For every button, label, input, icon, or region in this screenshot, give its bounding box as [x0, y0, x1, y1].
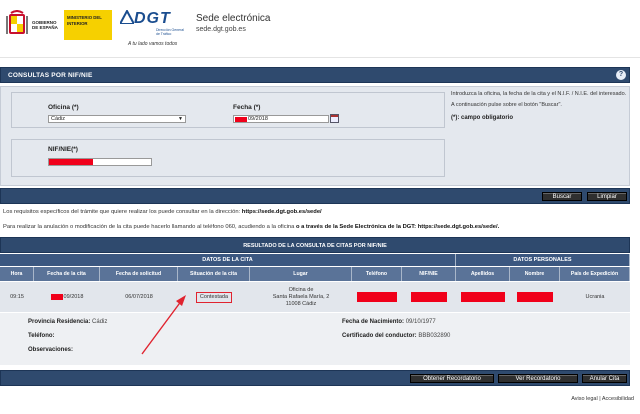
- result-actions-bar: Obtener Recordatorio Ver Recordatorio An…: [0, 370, 630, 386]
- nacimiento-label: Fecha de Nacimiento:: [342, 319, 405, 325]
- col-lugar: Lugar: [250, 267, 352, 281]
- redacted-nif: [49, 159, 93, 165]
- aviso-legal-link[interactable]: Aviso legal: [571, 396, 598, 402]
- nif-label: NIF/NIE(*): [48, 146, 78, 153]
- cell-lugar: Oficina de Santa Rafaela María, 2 11008 …: [250, 282, 352, 312]
- dgt-wordmark: DGT: [134, 10, 171, 27]
- col-fecha-solicitud: Fecha de solicitud: [100, 267, 178, 281]
- provincia-field: Provincia Residencia: Cádiz: [28, 319, 107, 325]
- redacted-day: [50, 294, 63, 300]
- help-text-1: Introduzca la oficina, la fecha de la ci…: [451, 91, 627, 97]
- fecha-input[interactable]: 09/2018: [233, 115, 329, 123]
- calendar-icon[interactable]: [330, 114, 339, 123]
- annotation-arrow-icon: [141, 295, 186, 355]
- chevron-down-icon: ▼: [178, 116, 183, 122]
- redacted-apellidos: [461, 292, 505, 302]
- info-anulacion-bold[interactable]: o a través de la Sede Electrónica de la …: [296, 224, 499, 230]
- provincia-value: Cádiz: [92, 319, 108, 325]
- col-fecha-cita: Fecha de la cita: [34, 267, 100, 281]
- table-row[interactable]: 09:15 09/2018 06/07/2018 Contestada Ofic…: [0, 282, 630, 312]
- observaciones-field: Observaciones:: [28, 347, 73, 353]
- ver-recordatorio-button[interactable]: Ver Recordatorio: [498, 374, 578, 383]
- dgt-subtitle: Dirección General de Tráfico: [156, 28, 185, 36]
- sede-title: Sede electrónica: [196, 13, 271, 24]
- nif-input[interactable]: [48, 158, 152, 166]
- certificado-value: BBB032890: [418, 333, 451, 339]
- status-badge: Contestada: [195, 291, 233, 303]
- cell-pais: Ucrania: [585, 293, 605, 300]
- certificado-field: Certificado del conductor: BBB032890: [342, 333, 450, 339]
- cell-nif: [402, 282, 456, 312]
- provincia-label: Provincia Residencia:: [28, 319, 91, 325]
- oficina-label: Oficina (*): [48, 104, 79, 111]
- col-nombre: Nombre: [510, 267, 560, 281]
- cell-fecha-cita: 09/2018: [34, 282, 100, 312]
- obtener-recordatorio-button[interactable]: Obtener Recordatorio: [410, 374, 494, 383]
- oficina-select[interactable]: Cádiz ▼: [48, 115, 186, 123]
- cell-fecha-cita-text: 09/2018: [63, 293, 84, 300]
- col-telefono: Teléfono: [352, 267, 402, 281]
- oficina-selected-value: Cádiz: [51, 116, 66, 122]
- search-form: Oficina (*) Cádiz ▼ Fecha (*) 09/2018 NI…: [0, 86, 630, 186]
- footer: Aviso legal | Accesibilidad: [571, 396, 634, 402]
- limpiar-button[interactable]: Limpiar: [587, 192, 627, 201]
- site-header: GOBIERNO DE ESPAÑA MINISTERIO DEL INTERI…: [0, 0, 640, 58]
- fecha-label: Fecha (*): [233, 104, 261, 111]
- redacted-nombre: [517, 292, 553, 302]
- coat-of-arms-icon: [6, 10, 28, 34]
- page-title: CONSULTAS POR NIF/NIE: [8, 72, 93, 79]
- government-name: GOBIERNO DE ESPAÑA: [32, 19, 58, 31]
- certificado-label: Certificado del conductor:: [342, 333, 417, 339]
- redacted-day: [235, 117, 247, 122]
- cell-nombre: [510, 282, 560, 312]
- results-column-header: Hora Fecha de la cita Fecha de solicitud…: [0, 267, 630, 281]
- info-requisitos-text: Los requisitos específicos del trámite q…: [3, 209, 242, 215]
- cell-hora: 09:15: [10, 293, 24, 300]
- help-text-2: A continuación pulse sobre el botón "Bus…: [451, 102, 562, 108]
- redacted-telefono: [357, 292, 397, 302]
- buscar-button[interactable]: Buscar: [542, 192, 582, 201]
- lugar-line-1: Oficina de: [288, 286, 314, 293]
- col-situacion: Situación de la cita: [178, 267, 250, 281]
- cell-telefono: [352, 282, 402, 312]
- anular-cita-button[interactable]: Anular Cita: [582, 374, 627, 383]
- nif-group: NIF/NIE(*): [11, 139, 445, 177]
- form-help: Introduzca la oficina, la fecha de la ci…: [451, 91, 627, 126]
- appointment-details: Provincia Residencia: Cádiz Teléfono: Ob…: [0, 313, 630, 365]
- col-pais: País de Expedición: [560, 267, 630, 281]
- group-datos-personales: DATOS PERSONALES: [456, 254, 630, 266]
- dgt-logo[interactable]: DGT Dirección General de Tráfico A tu la…: [120, 8, 186, 48]
- col-nif: NIF/NIE: [402, 267, 456, 281]
- required-note: (*): campo obligatorio: [451, 115, 513, 121]
- cell-apellidos: [456, 282, 510, 312]
- lugar-line-2: Santa Rafaela María, 2: [272, 293, 330, 300]
- question-icon[interactable]: ?: [616, 70, 626, 80]
- dgt-triangle-icon: [120, 10, 134, 24]
- nacimiento-field: Fecha de Nacimiento: 09/10/1977: [342, 319, 436, 325]
- info-anulacion: Para realizar la anulación o modificació…: [3, 224, 499, 230]
- results-title: RESULTADO DE LA CONSULTA DE CITAS POR NI…: [0, 237, 630, 253]
- col-apellidos: Apellidos: [456, 267, 510, 281]
- col-hora: Hora: [0, 267, 34, 281]
- oficina-fecha-group: Oficina (*) Cádiz ▼ Fecha (*) 09/2018: [11, 92, 445, 128]
- dgt-slogan: A tu lado vamos todos: [128, 41, 178, 47]
- accesibilidad-link[interactable]: Accesibilidad: [602, 396, 634, 402]
- results-group-header: DATOS DE LA CITA DATOS PERSONALES: [0, 254, 630, 266]
- nacimiento-value: 09/10/1977: [405, 319, 436, 325]
- observaciones-label: Observaciones:: [28, 347, 74, 353]
- lugar-line-3: 11008 Cádiz: [285, 300, 317, 307]
- ministry-label: MINISTERIO DEL INTERIOR: [64, 10, 112, 40]
- telefono-label: Teléfono:: [28, 333, 55, 339]
- info-anulacion-text: Para realizar la anulación o modificació…: [3, 224, 296, 230]
- redacted-nif: [411, 292, 447, 302]
- sede-url[interactable]: sede.dgt.gob.es: [196, 26, 246, 33]
- sede-link[interactable]: https://sede.dgt.gob.es/sede/: [242, 209, 322, 215]
- consultas-title-bar: CONSULTAS POR NIF/NIE ?: [0, 67, 630, 83]
- fecha-value: 09/2018: [248, 116, 268, 122]
- group-datos-cita: DATOS DE LA CITA: [0, 254, 456, 266]
- footer-separator: |: [599, 396, 601, 402]
- telefono-field: Teléfono:: [28, 333, 55, 339]
- form-actions-bar: Buscar Limpiar: [0, 188, 630, 204]
- info-requisitos: Los requisitos específicos del trámite q…: [3, 209, 322, 215]
